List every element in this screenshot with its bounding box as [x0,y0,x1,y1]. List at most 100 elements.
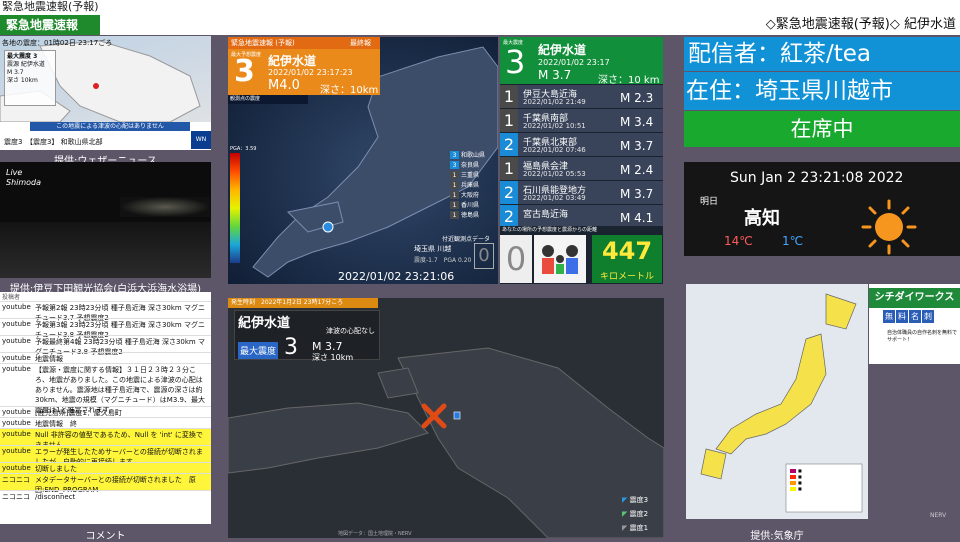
prefecture-name: 奈良県 [461,162,480,169]
forecast-high: 14℃ [724,234,753,248]
weathernews-footer: 震度3 【震度3】 和歌山県北部 [4,138,103,146]
history-intensity: 2 [500,133,518,156]
epicenter-map-panel: 発生時刻 2022年1月2日 23時17分ころ 紀伊水道 最大震度 3 津波の心… [228,298,664,538]
quake-history-item[interactable]: 1 千葉県南部 2022/01/02 10:51 M 3.4 [500,108,663,132]
comment-row: youtubeエラーが発生したためサーバーとの接続が切断されましたが、自動的に再… [0,445,211,466]
comment-source: youtube [2,365,31,373]
history-intensity: 1 [500,109,518,132]
quake-history-item[interactable]: 1 伊豆大島近海 2022/01/02 21:49 M 2.3 [500,84,663,108]
distance-value: 447 [601,237,653,265]
sun-icon [860,198,918,256]
tsunami-banner: この地震による津波の心配はありません [30,122,190,131]
comment-row: youtube 【震源・震度に関する情報】３１日２３時２３分ころ、地震がありました… [0,363,211,414]
comment-source: youtube [2,337,31,345]
weathernews-box-line: 深さ 10km [7,77,38,84]
comment-source: youtube [2,408,31,416]
eew-depth: 深さ：10km [320,85,379,96]
history-magnitude: M 2.3 [620,91,654,105]
quake-epicenter: 紀伊水道 [238,316,291,331]
forecast-low: 1℃ [782,234,804,248]
comment-row: youtube [鹿児島県]震度1：屋久島町 [0,406,211,417]
nearby-station-pga: 震度-1.7 PGA 0.20 [414,257,472,264]
prefecture-row: 1 香川県 [450,201,496,210]
camera-light [120,197,210,217]
prefecture-intensity: 3 [450,161,459,169]
comment-text: /disconnect [35,493,76,501]
ad-tags: 無料名刺 [883,310,935,323]
prefecture-intensity: 1 [450,201,459,209]
eew-main-panel: 緊急地震速報 (予報) 最終報 最大予想震度 3 紀伊水道 2022/01/02… [228,37,498,284]
history-time: 2022/01/02 10:51 [523,122,586,130]
streamer-status: 在席中 [684,111,960,147]
comment-source: youtube [2,419,31,427]
history-magnitude: M 4.1 [620,211,654,225]
history-place: 宮古島近海 [523,210,569,220]
prefecture-row: 1 兵庫県 [450,181,496,190]
top-bar [0,0,960,15]
quake-history-item[interactable]: 1 福島県会津 2022/01/02 05:53 M 2.4 [500,156,663,180]
prefecture-intensity: 1 [450,211,459,219]
jma-legend: ■ ■ ■ ■ [790,468,802,492]
comment-source: youtube [2,354,31,362]
quake-history-item[interactable]: 2 千葉県北東部 2022/01/02 07:46 M 3.7 [500,132,663,156]
prefecture-row: 1 徳島県 [450,211,496,220]
occurrence-time: 発生時刻 2022年1月2日 23時17分ころ [228,298,378,308]
clock: Sun Jan 2 23:21:08 2022 [730,170,904,186]
prefecture-name: 大阪府 [461,192,480,199]
streamer-name: 配信者：紅茶/tea [684,37,960,71]
quake-intensity: 3 [284,335,298,360]
distance-unit: キロメートル [599,272,654,282]
history-time: 2022/01/02 05:53 [523,170,586,178]
comment-row: youtube 地震情報 [0,352,211,363]
legend-intensity-1: ◤ 震度1 [622,524,649,532]
history-magnitude: M 3.4 [620,115,654,129]
ad-tag: 名 [909,310,921,323]
comment-row: ニコニコ/disconnect [0,490,211,501]
history-time: 2022/01/02 21:49 [523,98,586,106]
latest-quake: 最大震度 3 紀伊水道 2022/01/02 23:17 M 3.7 深さ：10… [500,37,663,86]
weathernews-logo: WN [191,131,211,149]
comment-row: youtube 予報最終第4報 23時23分頃 種子島近海 深さ30km マグニチ… [0,335,211,356]
nearby-station-label: 付近観測点データ [442,236,491,243]
weathernews-box-line: M 3.7 [7,69,24,76]
history-intensity: 2 [500,181,518,204]
ad-banner[interactable]: シチダイワークス 無料名刺 自治体職員の自作名刺を無料でサポート！ [869,284,960,364]
jma-intensity-map: ■ ■ ■ ■ [686,284,868,519]
quake-intensity-label: 最大震度 [238,342,279,359]
comment-row: youtube 切断しました [0,462,211,473]
legend-intensity-3: ◤ 震度3 [622,496,649,504]
prefecture-row: 3 和歌山県 [450,151,496,160]
quake-history-item[interactable]: 2 宮古島近海 M 4.1 [500,204,663,228]
map-credit: 地図データ：国土地理院・NERV [338,531,412,537]
prefecture-intensity: 1 [450,181,459,189]
latest-quake-magnitude: M 3.7 [538,68,572,82]
comment-row: ニコニコ メタデータサーバーとの接続が切断されました 原因:END_PROGRAM [0,473,211,494]
eew-body: 最大予想震度 3 紀伊水道 2022/01/02 23:17:23 M4.0 深… [228,49,380,96]
prefecture-intensity: 1 [450,191,459,199]
weathernews-box-line: 震源 紀伊水道 [7,61,45,68]
comment-panel: 投稿者 youtube 予報第2報 23時23分頃 種子島近海 深さ30km マグ… [0,292,211,524]
weathernews-panel: 各地の震度：01時02日 23:17ごろ 最大震度 3 震源 紀伊水道 M 3.… [0,36,211,150]
family-icon [534,235,586,283]
family-icon-shape [542,245,578,274]
legend-intensity-2: ◤ 震度2 [622,510,649,518]
quake-history-item[interactable]: 2 石川県能登地方 2022/01/02 03:49 M 3.7 [500,180,663,204]
comment-source: youtube [2,303,31,311]
prefecture-intensity: 3 [450,151,459,159]
weathernews-header: 各地の震度：01時02日 23:17ごろ [2,39,113,47]
history-intensity: 1 [500,157,518,180]
weathernews-info-box: 最大震度 3 震源 紀伊水道 M 3.7 深さ 10km [4,50,56,106]
nearby-station-name: 埼玉県 川越 [414,245,452,253]
history-magnitude: M 3.7 [620,139,654,153]
distance-header: あなたの場所の予想震度と震源からの距離 [500,226,663,235]
eew-time: 2022/01/02 23:17:23 [268,68,353,77]
comment-row: youtube Null 非許容の値型であるため、Null を 'int' に変換… [0,428,211,449]
forecast-day: 明日 [700,197,719,207]
prefecture-name: 徳島県 [461,212,480,219]
comment-source: ニコニコ [2,476,30,484]
streamer-panel: 配信者：紅茶/tea 在住：埼玉県川越市 在席中 [684,37,960,149]
earthquake-history-panel: 最大震度 3 紀伊水道 2022/01/02 23:17 M 3.7 深さ：10… [500,37,663,284]
camera-logo: Live Shimoda [6,168,42,187]
comment-row: youtube 予報第2報 23時23分頃 種子島近海 深さ30km マグニチュー… [0,301,211,322]
ticker-text: ◇緊急地震速報(予報)◇ 紀伊水道 [765,17,956,32]
